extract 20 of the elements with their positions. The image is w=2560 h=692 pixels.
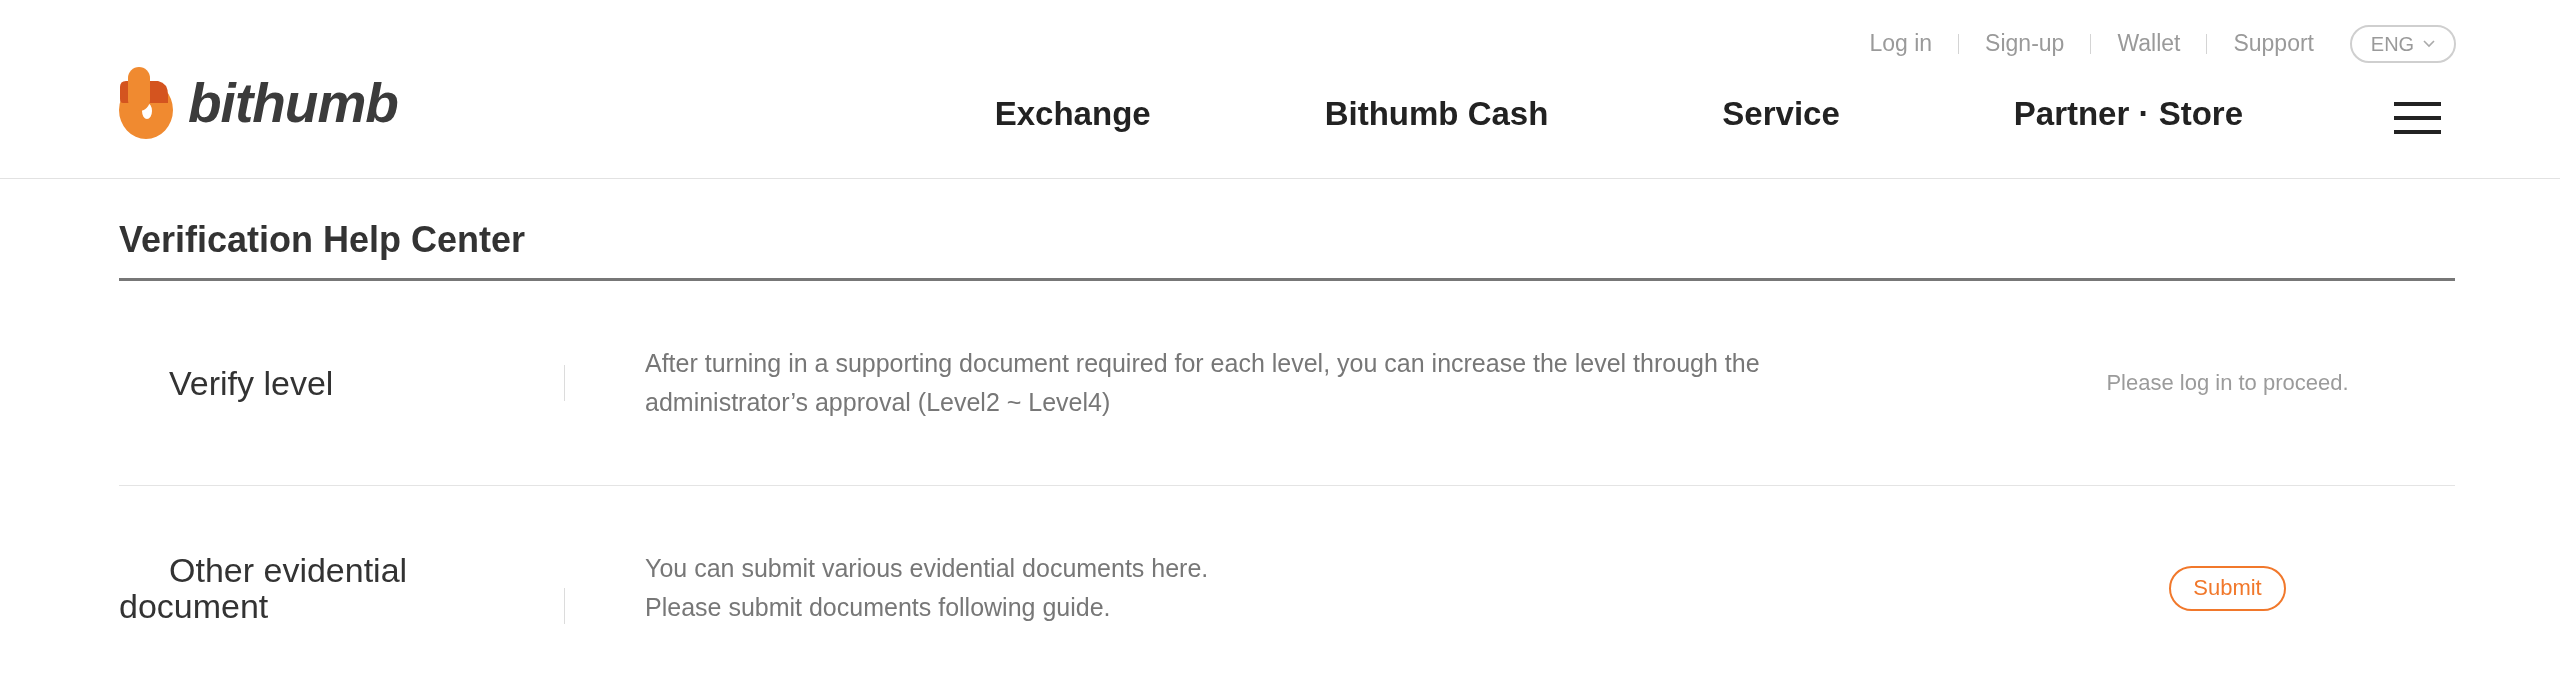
row-description: You can submit various evidential documents here. Please submit documents following guide.	[645, 553, 1210, 623]
submit-button[interactable]: Submit	[2169, 565, 2286, 611]
login-notice: Please log in to proceed.	[2106, 370, 2349, 396]
utility-link[interactable]: Log in	[1869, 30, 1933, 58]
row-label: Other evidential document	[119, 552, 409, 624]
nav-link[interactable]: Exchange	[994, 94, 1151, 134]
nav-link[interactable]: Service	[1722, 94, 1840, 134]
logo-wordmark[interactable]: bithumb	[188, 75, 398, 131]
utility-link[interactable]: Sign-up	[1985, 30, 2065, 58]
language-selector[interactable]: ENG	[2350, 25, 2456, 63]
logo-icon[interactable]	[118, 67, 174, 139]
utility-link[interactable]: Support	[2233, 30, 2314, 58]
menu-icon[interactable]	[2394, 102, 2441, 134]
chevron-down-icon	[2423, 40, 2436, 48]
row-label: Verify level	[168, 365, 334, 401]
utility-link[interactable]: Wallet	[2117, 30, 2181, 58]
nav-link[interactable]: Partner · Store	[2013, 94, 2243, 134]
page-title: Verification Help Center	[119, 218, 526, 262]
row-description: After turning in a supporting document required for each level, you can increase the level through the administrator’s approval (Level2 ~ Level4)	[645, 348, 1761, 418]
nav-link[interactable]: Bithumb Cash	[1324, 94, 1549, 134]
